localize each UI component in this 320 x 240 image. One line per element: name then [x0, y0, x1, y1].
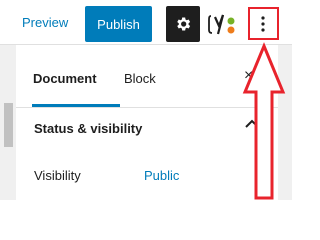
tab-block[interactable]: Block	[124, 71, 156, 86]
status-visibility-panel-toggle[interactable]: Status & visibility	[34, 121, 142, 136]
visibility-label: Visibility	[34, 168, 81, 183]
yoast-seo-icon	[208, 14, 235, 35]
chevron-up-icon[interactable]	[244, 118, 260, 130]
close-sidebar-button[interactable]: ×	[244, 67, 253, 85]
tabs-divider	[16, 107, 292, 108]
editor-toolbar: Preview Publish	[0, 0, 292, 44]
publish-button[interactable]: Publish	[85, 6, 152, 42]
sidebar-scrollbar[interactable]	[278, 45, 292, 200]
tab-document[interactable]: Document	[33, 71, 97, 86]
editor-scrollbar[interactable]	[0, 45, 16, 200]
more-options-button[interactable]	[248, 8, 278, 40]
editor-scrollbar-thumb[interactable]	[4, 103, 13, 147]
yoast-seo-button[interactable]	[207, 10, 241, 38]
gear-icon	[177, 17, 191, 31]
visibility-value-link[interactable]: Public	[144, 168, 179, 183]
vertical-ellipsis-icon	[261, 16, 265, 32]
preview-link[interactable]: Preview	[22, 15, 68, 30]
sidebar-tabs: Document Block ×	[16, 45, 292, 107]
settings-button[interactable]	[166, 6, 200, 42]
